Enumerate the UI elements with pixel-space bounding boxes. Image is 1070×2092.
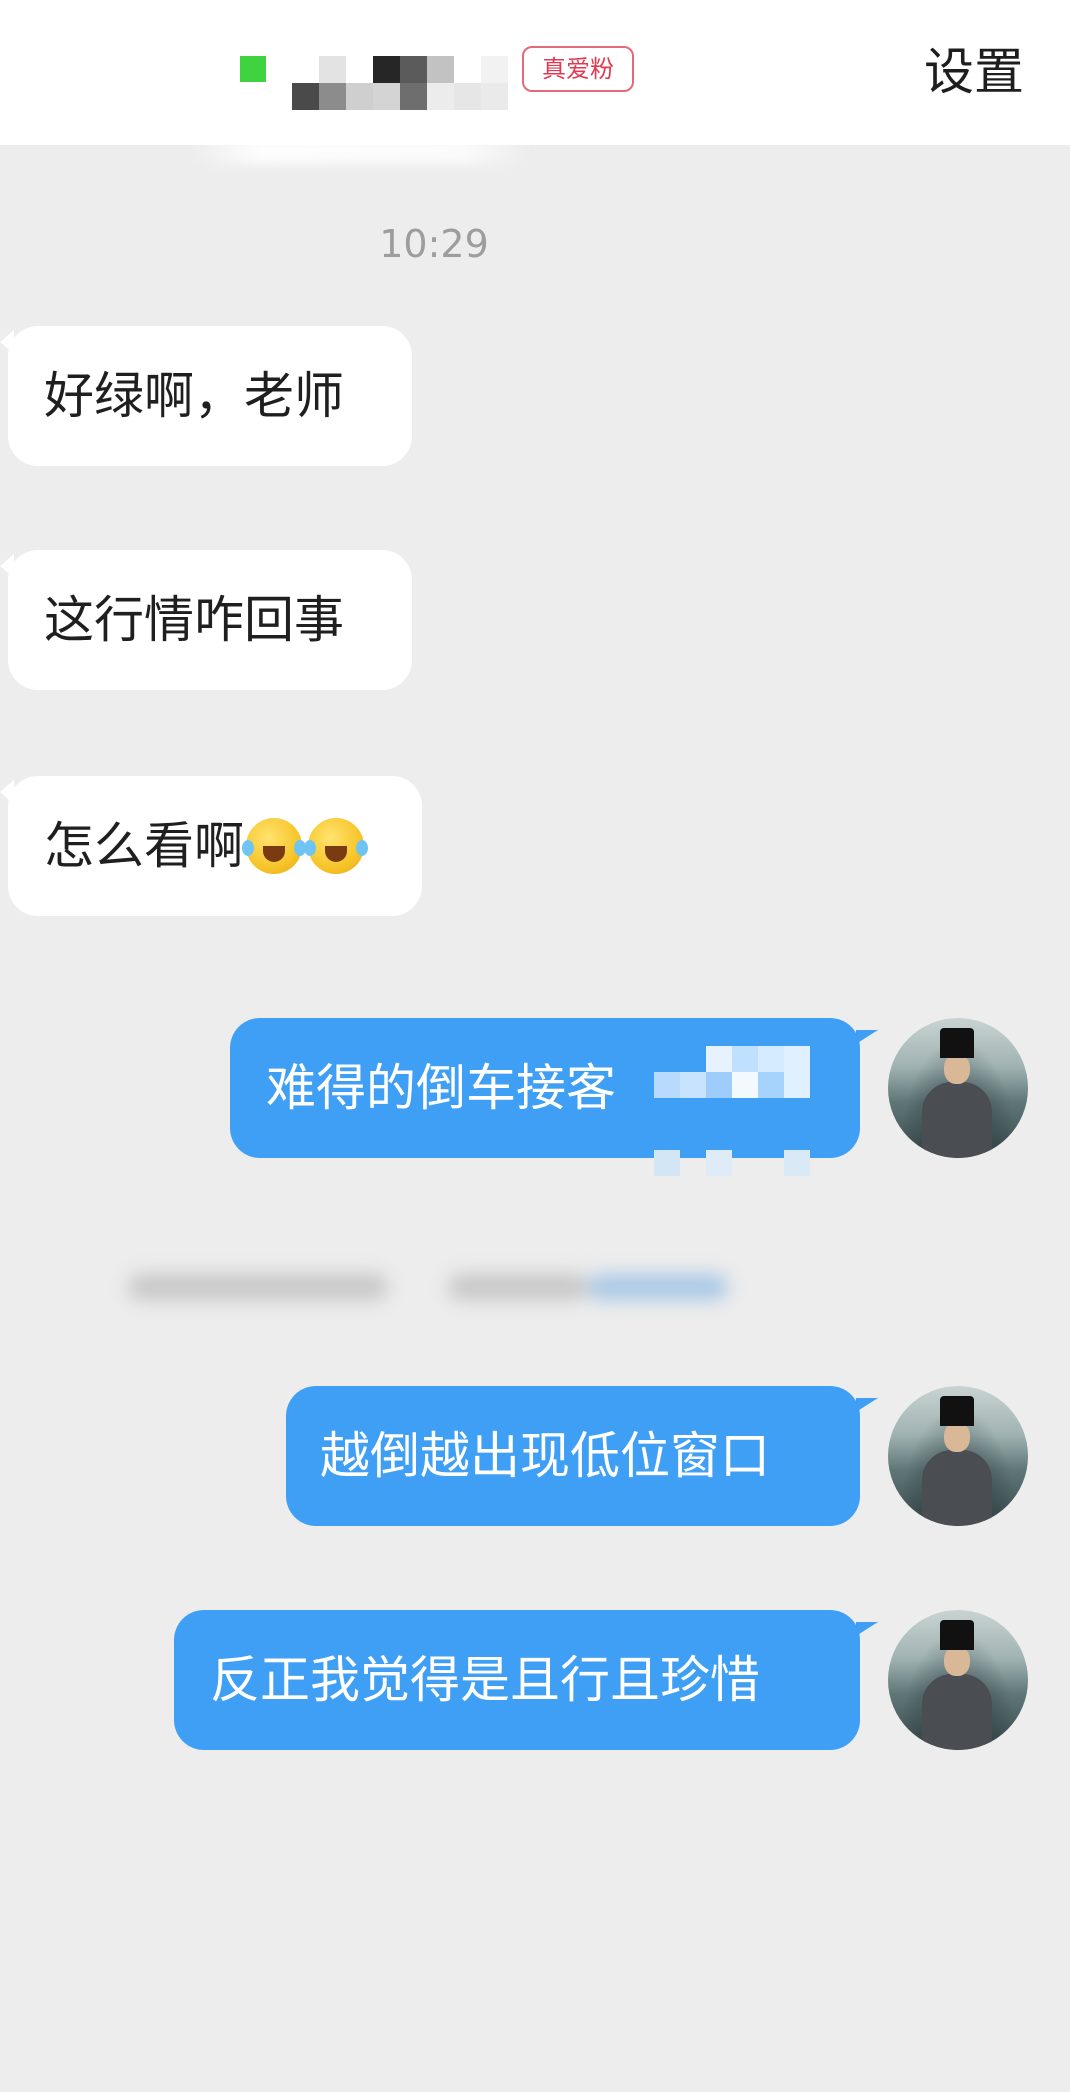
- message-timestamp: 10:29: [379, 222, 489, 266]
- incoming-message[interactable]: 这行情咋回事: [8, 550, 412, 690]
- user-avatar[interactable]: [888, 1018, 1028, 1158]
- message-text: 这行情咋回事: [44, 591, 344, 649]
- user-avatar[interactable]: [888, 1386, 1028, 1526]
- bubble-tail: [856, 1622, 878, 1636]
- bubble-tail: [856, 1398, 878, 1412]
- blurred-subtitle: [190, 138, 530, 164]
- crying-laughing-emoji-icon: [242, 817, 306, 874]
- message-text: 反正我觉得是且行且珍惜: [210, 1651, 760, 1709]
- contact-name-mosaic[interactable]: [292, 56, 508, 110]
- message-text: 好绿啊，老师: [44, 367, 344, 425]
- message-text: 难得的倒车接客: [266, 1059, 616, 1117]
- online-status-indicator: [240, 56, 266, 82]
- settings-button[interactable]: 设置: [924, 40, 1024, 104]
- bubble-tail: [856, 1030, 878, 1044]
- incoming-message[interactable]: 怎么看啊: [8, 776, 422, 916]
- crying-laughing-emoji-icon: [304, 817, 368, 874]
- incoming-message[interactable]: 好绿啊，老师: [8, 326, 412, 466]
- outgoing-message[interactable]: 反正我觉得是且行且珍惜: [174, 1610, 860, 1750]
- user-avatar[interactable]: [888, 1610, 1028, 1750]
- fan-badge: 真爱粉: [522, 46, 634, 92]
- message-text: 越倒越出现低位窗口: [320, 1427, 770, 1485]
- blurred-system-notice: [128, 1262, 728, 1312]
- outgoing-message[interactable]: 越倒越出现低位窗口: [286, 1386, 860, 1526]
- chat-header: 真爱粉 设置: [0, 0, 1070, 145]
- message-text: 怎么看啊: [44, 817, 244, 875]
